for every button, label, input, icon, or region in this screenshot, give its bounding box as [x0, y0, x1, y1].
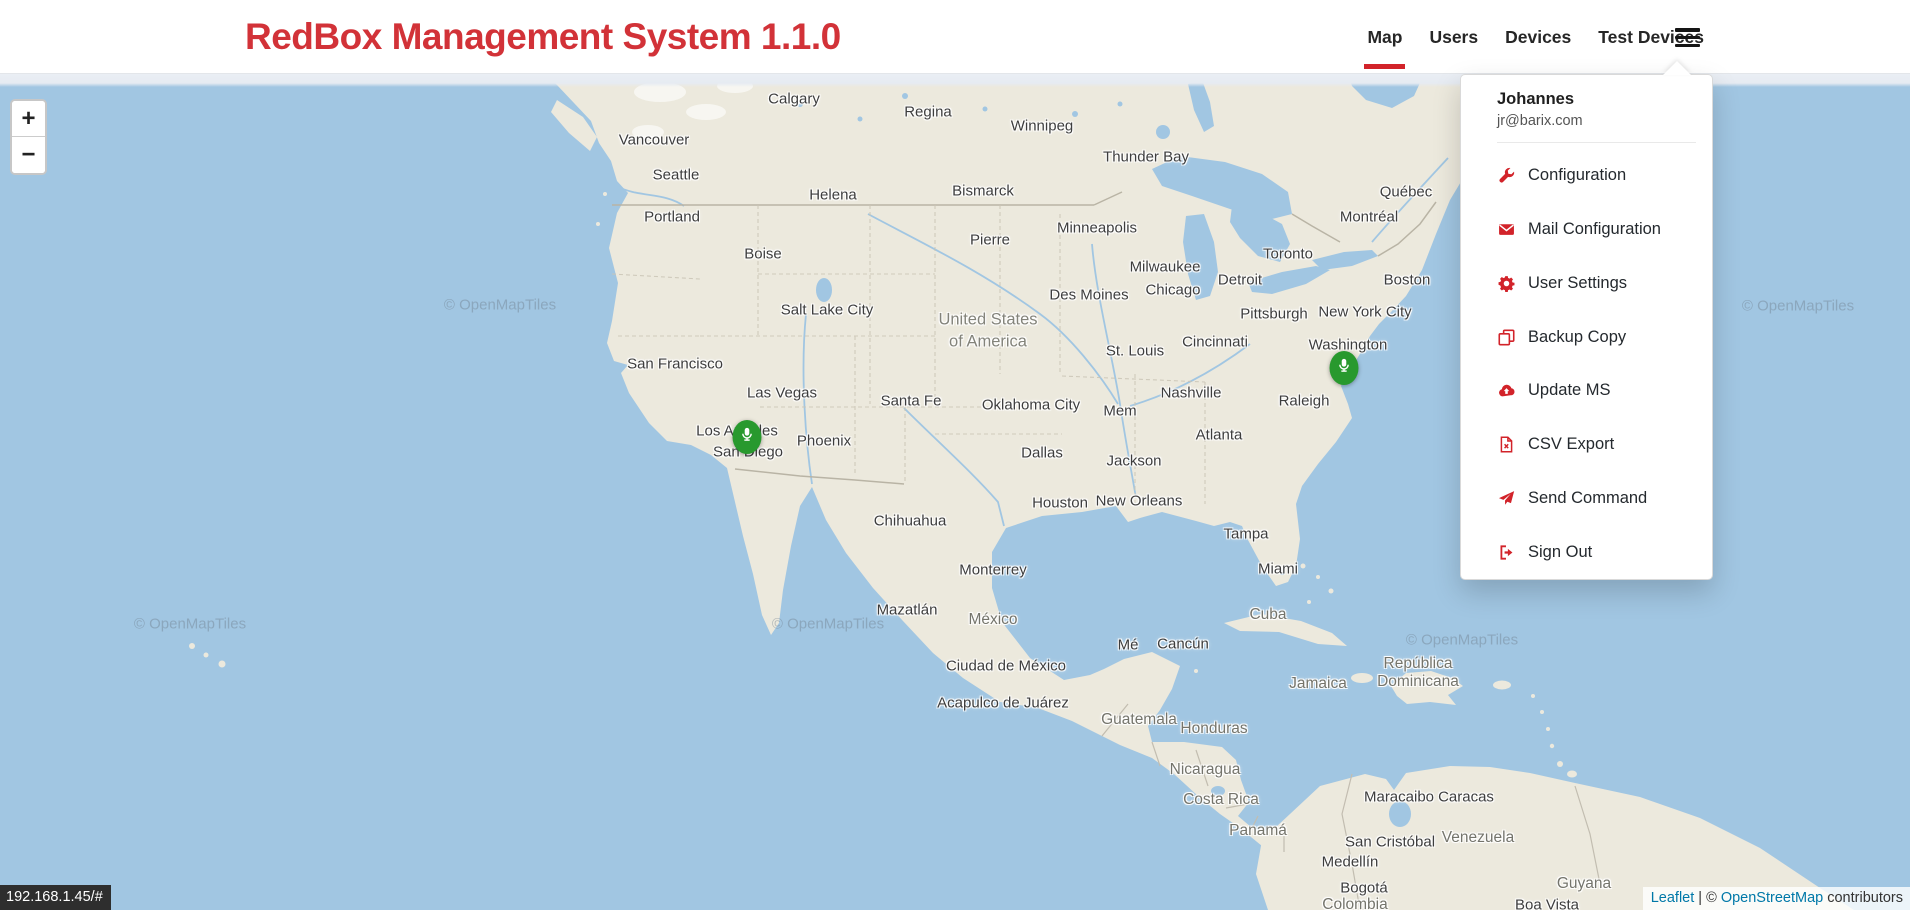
nav-item-devices[interactable]: Devices — [1505, 0, 1571, 74]
user-name: Johannes — [1497, 90, 1696, 109]
menu-item-label: Backup Copy — [1528, 328, 1626, 347]
menu-item-backup-copy[interactable]: Backup Copy — [1461, 310, 1712, 364]
menu-item-label: Configuration — [1528, 166, 1626, 185]
zoom-control: + − — [10, 99, 47, 175]
device-marker-washington[interactable] — [1330, 351, 1359, 385]
user-menu: Johannes jr@barix.com Configuration Mail … — [1460, 74, 1713, 580]
cloud-upload-icon — [1497, 382, 1515, 400]
leaflet-link[interactable]: Leaflet — [1651, 890, 1695, 906]
nav-item-users[interactable]: Users — [1429, 0, 1478, 74]
zoom-out-button[interactable]: − — [12, 137, 45, 173]
microphone-icon — [738, 425, 757, 449]
osm-link[interactable]: OpenStreetMap — [1721, 890, 1823, 906]
app-title: RedBox Management System 1.1.0 — [245, 0, 841, 74]
map-attribution: Leaflet | © OpenStreetMap contributors — [1643, 887, 1910, 910]
menu-item-label: Update MS — [1528, 381, 1611, 400]
menu-toggle-button[interactable] — [1675, 28, 1700, 47]
menu-item-label: Send Command — [1528, 489, 1647, 508]
attribution-separator: | — [1698, 890, 1702, 906]
file-csv-icon — [1497, 436, 1515, 454]
paper-plane-icon — [1497, 489, 1515, 507]
menu-item-label: Mail Configuration — [1528, 220, 1661, 239]
status-url: 192.168.1.45/# — [0, 885, 111, 910]
menu-item-label: Sign Out — [1528, 543, 1592, 562]
menu-item-label: User Settings — [1528, 274, 1627, 293]
sign-out-icon — [1497, 543, 1515, 561]
menu-caret-icon — [1663, 61, 1691, 75]
gear-icon — [1497, 274, 1515, 292]
menu-item-configuration[interactable]: Configuration — [1461, 149, 1712, 203]
menu-item-sign-out[interactable]: Sign Out — [1461, 525, 1712, 579]
menu-item-update-ms[interactable]: Update MS — [1461, 364, 1712, 418]
menu-item-user-settings[interactable]: User Settings — [1461, 257, 1712, 311]
envelope-icon — [1497, 221, 1515, 239]
attribution-suffix: contributors — [1827, 890, 1903, 906]
user-menu-header: Johannes jr@barix.com — [1461, 75, 1712, 143]
wrench-icon — [1497, 167, 1515, 185]
copy-icon — [1497, 328, 1515, 346]
hamburger-icon — [1675, 28, 1700, 32]
menu-item-send-command[interactable]: Send Command — [1461, 472, 1712, 526]
app-header: RedBox Management System 1.1.0 Map Users D… — [0, 0, 1910, 74]
user-email: jr@barix.com — [1497, 113, 1696, 129]
nav-item-map[interactable]: Map — [1367, 0, 1402, 74]
device-marker-san-diego[interactable] — [733, 420, 762, 454]
menu-item-label: CSV Export — [1528, 435, 1614, 454]
zoom-in-button[interactable]: + — [12, 101, 45, 137]
menu-item-mail-configuration[interactable]: Mail Configuration — [1461, 203, 1712, 257]
menu-divider — [1497, 142, 1696, 143]
main-nav: MapUsersDevicesTest Devices — [1367, 0, 1704, 74]
menu-item-csv-export[interactable]: CSV Export — [1461, 418, 1712, 472]
microphone-icon — [1335, 356, 1354, 380]
attribution-copyright: © — [1706, 890, 1717, 906]
